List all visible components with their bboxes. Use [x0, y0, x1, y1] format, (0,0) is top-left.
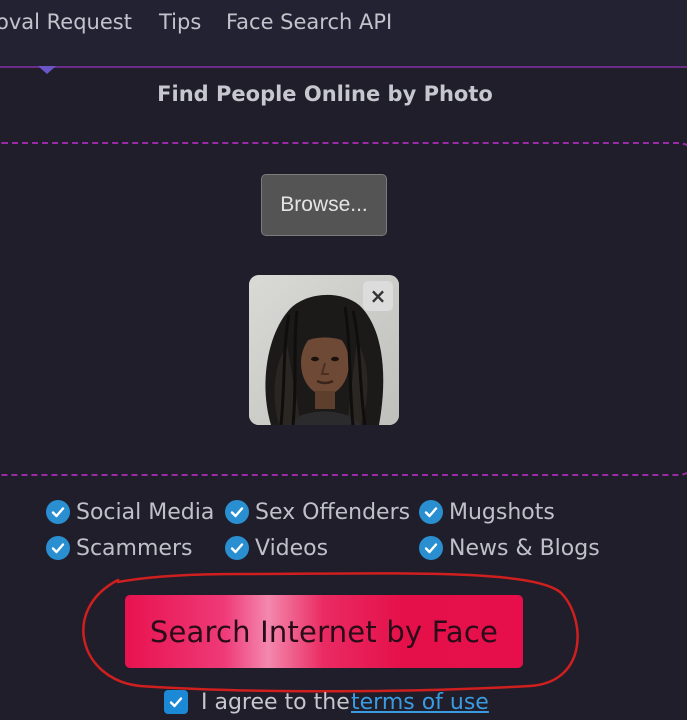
terms-of-use-link[interactable]: terms of use	[351, 690, 489, 715]
agree-terms-label: I agree to the	[201, 690, 350, 715]
category-label: Sex Offenders	[255, 499, 411, 525]
search-by-face-button[interactable]: Search Internet by Face	[125, 595, 523, 668]
top-navigation: oval Request Tips Face Search API	[0, 0, 687, 68]
category-social-media[interactable]: Social Media	[46, 497, 214, 527]
remove-photo-button[interactable]: ×	[363, 281, 393, 311]
active-nav-caret-icon	[38, 66, 56, 74]
category-videos[interactable]: Videos	[225, 533, 328, 563]
category-mugshots[interactable]: Mugshots	[419, 497, 555, 527]
category-label: Social Media	[76, 499, 215, 525]
category-scammers[interactable]: Scammers	[46, 533, 192, 563]
checkmark-icon	[169, 697, 183, 708]
nav-link-tips[interactable]: Tips	[159, 10, 201, 34]
agree-terms-checkbox[interactable]	[164, 690, 188, 714]
category-news-blogs[interactable]: News & Blogs	[419, 533, 600, 563]
checkmark-circle-icon	[225, 500, 249, 524]
nav-link-face-search-api[interactable]: Face Search API	[226, 10, 392, 34]
category-label: News & Blogs	[449, 535, 600, 561]
category-label: Scammers	[76, 535, 193, 561]
checkmark-circle-icon	[46, 500, 70, 524]
checkmark-circle-icon	[419, 500, 443, 524]
nav-link-removal-request[interactable]: oval Request	[0, 10, 132, 34]
checkmark-circle-icon	[225, 536, 249, 560]
category-label: Mugshots	[449, 499, 555, 525]
browse-button[interactable]: Browse...	[261, 174, 387, 236]
category-label: Videos	[255, 535, 329, 561]
category-sex-offenders[interactable]: Sex Offenders	[225, 497, 410, 527]
checkmark-circle-icon	[419, 536, 443, 560]
page-title: Find People Online by Photo	[157, 82, 493, 106]
checkmark-circle-icon	[46, 536, 70, 560]
